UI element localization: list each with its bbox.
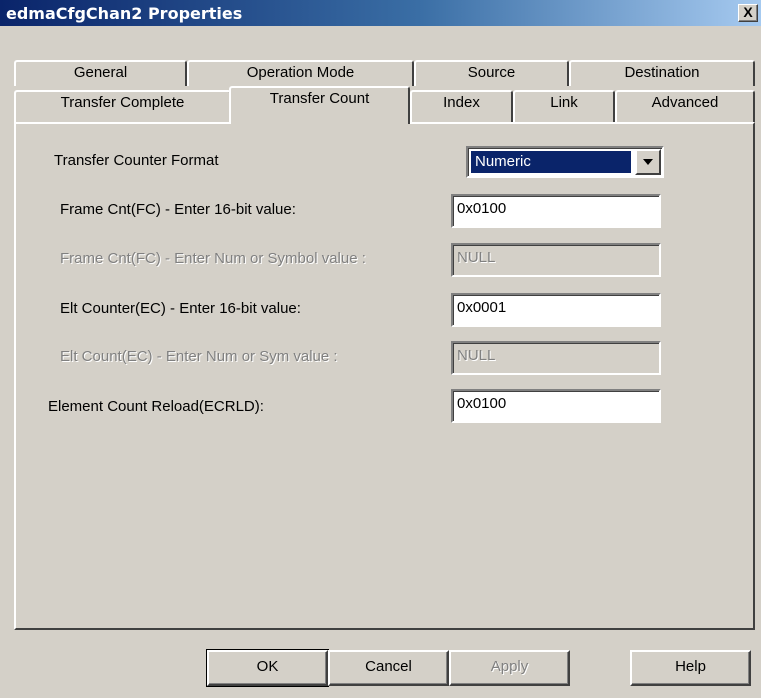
title-bar[interactable]: edmaCfgChan2 Properties X bbox=[0, 0, 761, 26]
tab-transfer-count[interactable]: Transfer Count bbox=[229, 86, 410, 124]
ecrld-label: Element Count Reload(ECRLD): bbox=[48, 398, 264, 415]
tab-transfer-complete[interactable]: Transfer Complete bbox=[14, 90, 231, 122]
elt-sym-input: NULL bbox=[451, 341, 661, 375]
format-label: Transfer Counter Format bbox=[54, 152, 219, 169]
format-selected-value: Numeric bbox=[470, 150, 632, 174]
tab-index[interactable]: Index bbox=[410, 90, 513, 122]
ok-button[interactable]: OK bbox=[206, 649, 329, 687]
tab-destination[interactable]: Destination bbox=[569, 60, 755, 86]
format-dropdown[interactable]: Numeric bbox=[466, 146, 664, 178]
close-icon: X bbox=[743, 4, 753, 20]
dropdown-arrow[interactable] bbox=[635, 149, 661, 175]
chevron-down-icon bbox=[643, 159, 653, 165]
elt-counter-input[interactable]: 0x0001 bbox=[451, 293, 661, 327]
tab-advanced[interactable]: Advanced bbox=[615, 90, 755, 122]
tab-general[interactable]: General bbox=[14, 60, 187, 86]
tab-source[interactable]: Source bbox=[414, 60, 569, 86]
frame-sym-label: Frame Cnt(FC) - Enter Num or Symbol valu… bbox=[60, 250, 366, 267]
elt-sym-label: Elt Count(EC) - Enter Num or Sym value : bbox=[60, 348, 338, 365]
frame-cnt-input[interactable]: 0x0100 bbox=[451, 194, 661, 228]
elt-counter-label: Elt Counter(EC) - Enter 16-bit value: bbox=[60, 300, 301, 317]
ecrld-input[interactable]: 0x0100 bbox=[451, 389, 661, 423]
apply-button: Apply bbox=[449, 650, 570, 686]
close-button[interactable]: X bbox=[738, 4, 758, 22]
help-button[interactable]: Help bbox=[630, 650, 751, 686]
tab-operation-mode[interactable]: Operation Mode bbox=[187, 60, 414, 86]
frame-cnt-label: Frame Cnt(FC) - Enter 16-bit value: bbox=[60, 201, 296, 218]
frame-sym-input: NULL bbox=[451, 243, 661, 277]
window-title: edmaCfgChan2 Properties bbox=[6, 4, 243, 23]
cancel-button[interactable]: Cancel bbox=[328, 650, 449, 686]
tab-link[interactable]: Link bbox=[513, 90, 615, 122]
